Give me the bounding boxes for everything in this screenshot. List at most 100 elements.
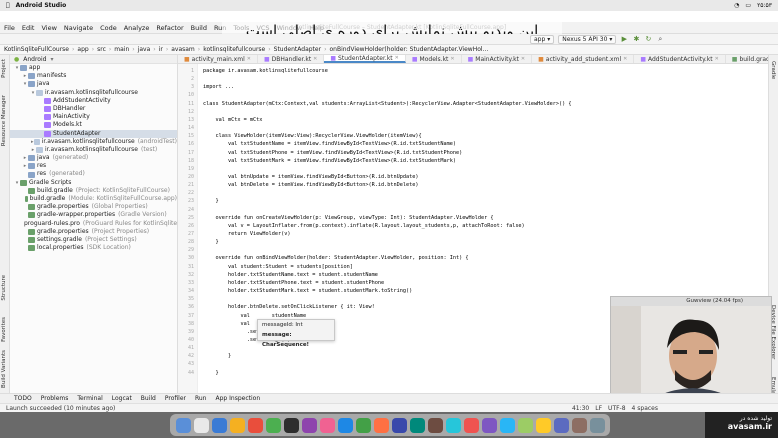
- tree-item[interactable]: ▾ java: [10, 80, 177, 88]
- dock-app-icon[interactable]: [320, 417, 335, 433]
- search-icon[interactable]: ⌕: [656, 35, 664, 43]
- tree-item[interactable]: build.gradle (Project: KotlinSqliteFullCo…: [10, 187, 177, 195]
- close-icon[interactable]: ✕: [623, 56, 627, 62]
- menu-file[interactable]: File: [4, 24, 15, 32]
- tool-todo[interactable]: TODO: [14, 395, 32, 402]
- dock-app-icon[interactable]: [392, 417, 407, 433]
- menu-edit[interactable]: Edit: [22, 24, 35, 32]
- lf-label[interactable]: LF: [595, 405, 602, 412]
- tree-item[interactable]: ▸ manifests: [10, 72, 177, 80]
- editor-tab[interactable]: ■ activity_add_student.xml ✕: [532, 55, 635, 63]
- code-line[interactable]: package ir.avasam.kotlinsqlitefullcourse: [203, 68, 328, 74]
- tree-item[interactable]: StudentAdapter: [10, 129, 177, 138]
- dock-app-icon[interactable]: [212, 417, 227, 433]
- tree-item[interactable]: DBHandler: [10, 105, 177, 113]
- code-line[interactable]: import ...: [203, 84, 234, 90]
- dock-app-icon[interactable]: [176, 417, 191, 433]
- editor-tab[interactable]: ■ Models.kt ✕: [406, 55, 462, 63]
- dock-app-icon[interactable]: [554, 417, 569, 433]
- tree-item[interactable]: gradle-wrapper.properties (Gradle Version…: [10, 211, 177, 219]
- editor-tab[interactable]: ■ MainActivity.kt ✕: [462, 55, 533, 63]
- code-line[interactable]: }: [203, 239, 218, 245]
- breadcrumb-item[interactable]: KotlinSqliteFullCourse: [4, 46, 69, 53]
- tree-item[interactable]: ▸ res: [10, 162, 177, 170]
- dock-app-icon[interactable]: [338, 417, 353, 433]
- code-line[interactable]: }: [203, 370, 218, 376]
- tree-item[interactable]: build.gradle (Module: KotlinSqliteFullCou…: [10, 195, 177, 203]
- code-line[interactable]: val btnDelete = itemView.findViewById<Bu…: [203, 182, 419, 188]
- dock-app-icon[interactable]: [446, 417, 461, 433]
- dock-app-icon[interactable]: [428, 417, 443, 433]
- status-message[interactable]: Launch succeeded (10 minutes ago): [6, 405, 115, 412]
- tool-profiler[interactable]: Profiler: [165, 395, 186, 402]
- editor-tab[interactable]: ■ AddStudentActivity.kt ✕: [634, 55, 726, 63]
- code-line[interactable]: override fun onCreateViewHolder(p: ViewG…: [203, 215, 493, 221]
- dock-app-icon[interactable]: [572, 417, 587, 433]
- breadcrumb-item[interactable]: main: [114, 46, 129, 53]
- caret-position[interactable]: 41:30: [572, 405, 589, 412]
- tree-item[interactable]: res (generated): [10, 170, 177, 178]
- device-select[interactable]: Nexus 5 API 30 ▾: [558, 34, 617, 44]
- code-line[interactable]: override fun onBindViewHolder(holder: St…: [203, 255, 468, 261]
- breadcrumb-item[interactable]: src: [97, 46, 106, 53]
- tab-build-variants[interactable]: Build Variants: [1, 350, 7, 388]
- code-line[interactable]: holder.txtStudentPhone.text = student.st…: [203, 280, 384, 286]
- dock-app-icon[interactable]: [356, 417, 371, 433]
- code-line[interactable]: val v = LayoutInflater.from(p.context).i…: [203, 223, 525, 229]
- breadcrumb-item[interactable]: app: [77, 46, 88, 53]
- param-hint-2[interactable]: message: CharSequence!: [258, 330, 334, 348]
- tree-item[interactable]: Models.kt: [10, 121, 177, 129]
- tab-gradle[interactable]: Gradle: [770, 61, 776, 79]
- code-line[interactable]: }: [203, 353, 231, 359]
- apple-icon[interactable]: : [6, 2, 10, 9]
- tree-item[interactable]: gradle.properties (Project Properties): [10, 228, 177, 236]
- dock-app-icon[interactable]: [230, 417, 245, 433]
- code-line[interactable]: val student:Student = students[position]: [203, 264, 353, 270]
- tool-logcat[interactable]: Logcat: [112, 395, 132, 402]
- tree-item[interactable]: ▸ ir.avasam.kotlinsqlitefullcourse (androi…: [10, 138, 177, 146]
- breadcrumb-item[interactable]: java: [138, 46, 151, 53]
- tree-item[interactable]: settings.gradle (Project Settings): [10, 236, 177, 244]
- menu-code[interactable]: Code: [100, 24, 117, 32]
- dock-app-icon[interactable]: [410, 417, 425, 433]
- tree-item[interactable]: local.properties (SDK Location): [10, 244, 177, 252]
- close-icon[interactable]: ✕: [395, 55, 399, 61]
- close-icon[interactable]: ✕: [450, 56, 454, 62]
- debug-icon[interactable]: ✱: [632, 35, 640, 43]
- tool-build[interactable]: Build: [141, 395, 156, 402]
- code-line[interactable]: }: [203, 198, 218, 204]
- editor-tab[interactable]: ■build.gradle (:app)✕: [726, 55, 768, 63]
- dock-app-icon[interactable]: [374, 417, 389, 433]
- menu-analyze[interactable]: Analyze: [124, 24, 150, 32]
- code-line[interactable]: val btnUpdate = itemView.findViewById<Bu…: [203, 174, 419, 180]
- dock-app-icon[interactable]: [194, 417, 209, 433]
- project-view-select[interactable]: Android: [23, 56, 46, 63]
- dock-app-icon[interactable]: [464, 417, 479, 433]
- indent-setting[interactable]: 4 spaces: [632, 405, 658, 412]
- tool-app-inspection[interactable]: App Inspection: [216, 395, 261, 402]
- dock-app-icon[interactable]: [536, 417, 551, 433]
- editor-tab[interactable]: ■ DBHandler.kt ✕: [258, 55, 325, 63]
- tool-run[interactable]: Run: [195, 395, 207, 402]
- breadcrumb-item[interactable]: StudentAdapter: [274, 46, 321, 53]
- close-icon[interactable]: ✕: [715, 56, 719, 62]
- chevron-down-icon[interactable]: ▾: [50, 56, 53, 63]
- wifi-icon[interactable]: ◔: [734, 2, 739, 9]
- breadcrumb-item[interactable]: kotlinsqlitefullcourse: [203, 46, 265, 53]
- dock-app-icon[interactable]: [500, 417, 515, 433]
- code-line[interactable]: val txtStudentMark = itemView.findViewBy…: [203, 158, 456, 164]
- tab-resource-manager[interactable]: Resource Manager: [1, 95, 7, 146]
- code-line[interactable]: class StudentAdapter(mCtx:Context,val st…: [203, 101, 572, 107]
- menu-build[interactable]: Build: [191, 24, 207, 32]
- tab-favorites[interactable]: Favorites: [1, 317, 7, 342]
- menu-navigate[interactable]: Navigate: [64, 24, 93, 32]
- editor-tab[interactable]: ■ StudentAdapter.kt ✕: [324, 55, 406, 63]
- breadcrumb-item[interactable]: ir: [159, 46, 163, 53]
- tree-item[interactable]: ▸ ir.avasam.kotlinsqlitefullcourse (test): [10, 146, 177, 154]
- code-line[interactable]: val studentName: [203, 313, 306, 319]
- tree-item[interactable]: proguard-rules.pro (ProGuard Rules for Ko…: [10, 220, 177, 228]
- editor-tab[interactable]: ■ activity_main.xml ✕: [178, 55, 258, 63]
- run-icon[interactable]: ▶: [620, 35, 628, 43]
- code-line[interactable]: val txtStudentName = itemView.findViewBy…: [203, 141, 456, 147]
- tab-structure[interactable]: Structure: [1, 275, 7, 301]
